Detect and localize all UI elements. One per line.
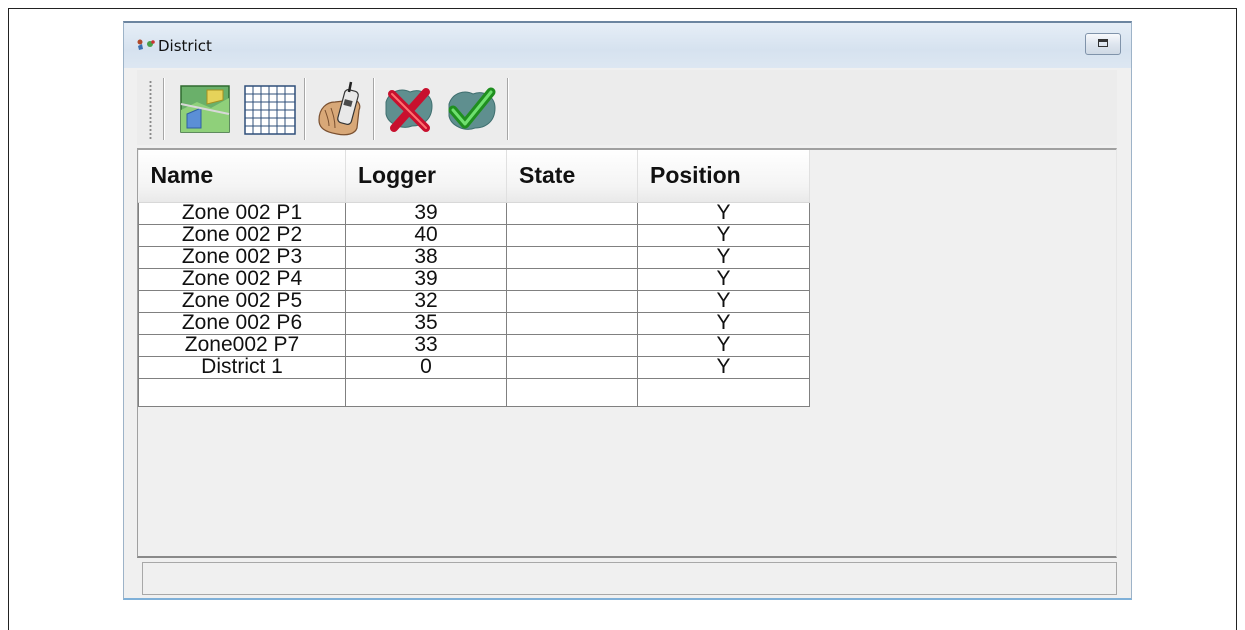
column-header-logger[interactable]: Logger (345, 150, 507, 203)
column-header-state[interactable]: State (506, 150, 638, 203)
cell-position[interactable]: Y (637, 201, 810, 225)
toolbar-separator (163, 78, 165, 140)
toolbar-separator (373, 78, 375, 140)
cell-name[interactable]: Zone 002 P1 (138, 201, 346, 225)
table-row-new[interactable] (138, 377, 810, 407)
table-row[interactable]: Zone 002 P5 32 Y (138, 289, 810, 313)
toolbar-separator (507, 78, 509, 140)
window-title: District (158, 37, 212, 55)
table-row[interactable]: District 1 0 Y (138, 355, 810, 379)
map-icon (180, 85, 230, 133)
cell-logger[interactable]: 32 (345, 289, 507, 313)
cell-logger[interactable]: 0 (345, 355, 507, 379)
cell-logger[interactable] (345, 377, 507, 407)
cell-position[interactable]: Y (637, 245, 810, 269)
cell-logger[interactable]: 39 (345, 267, 507, 291)
cell-name[interactable]: Zone 002 P6 (138, 311, 346, 335)
hand-logger-icon (318, 81, 361, 136)
cell-logger[interactable]: 39 (345, 201, 507, 225)
restore-window-button[interactable] (1085, 33, 1121, 55)
confirm-district-button[interactable] (443, 80, 499, 138)
cell-position[interactable]: Y (637, 355, 810, 379)
cell-logger[interactable]: 38 (345, 245, 507, 269)
toolbar-grip-handle[interactable] (149, 80, 152, 140)
cell-position[interactable]: Y (637, 267, 810, 291)
cell-name[interactable] (138, 377, 346, 407)
table-row[interactable]: Zone 002 P3 38 Y (138, 245, 810, 269)
cell-state[interactable] (506, 223, 638, 247)
column-header-position[interactable]: Position (637, 150, 810, 203)
table-row[interactable]: Zone002 P7 33 Y (138, 333, 810, 357)
restore-window-icon (1098, 39, 1108, 47)
map-view-button[interactable] (177, 80, 233, 138)
delete-district-button[interactable] (380, 80, 436, 138)
cell-position[interactable]: Y (637, 289, 810, 313)
status-bar (142, 562, 1117, 595)
cell-name[interactable]: Zone 002 P4 (138, 267, 346, 291)
table-row[interactable]: Zone 002 P1 39 Y (138, 201, 810, 225)
grid-view-button[interactable] (241, 80, 297, 138)
district-app-icon (137, 39, 155, 50)
cell-name[interactable]: Zone 002 P2 (138, 223, 346, 247)
cell-position[interactable]: Y (637, 223, 810, 247)
cell-logger[interactable]: 35 (345, 311, 507, 335)
cell-name[interactable]: Zone 002 P3 (138, 245, 346, 269)
cell-position[interactable]: Y (637, 333, 810, 357)
green-check-map-icon (448, 87, 496, 130)
cell-logger[interactable]: 40 (345, 223, 507, 247)
cell-state[interactable] (506, 377, 638, 407)
table-row[interactable]: Zone 002 P2 40 Y (138, 223, 810, 247)
grid-table-icon (244, 85, 296, 135)
toolbar-separator (304, 78, 306, 140)
window-titlebar[interactable]: District (124, 23, 1131, 68)
table-row[interactable]: Zone 002 P4 39 Y (138, 267, 810, 291)
cell-logger[interactable]: 33 (345, 333, 507, 357)
cell-state[interactable] (506, 355, 638, 379)
table-row[interactable]: Zone 002 P6 35 Y (138, 311, 810, 335)
red-x-map-icon (385, 88, 433, 132)
cell-state[interactable] (506, 333, 638, 357)
cell-state[interactable] (506, 311, 638, 335)
district-table: Name Logger State Position Zone 002 P1 3… (138, 150, 810, 407)
cell-name[interactable]: Zone 002 P5 (138, 289, 346, 313)
column-header-name[interactable]: Name (138, 150, 346, 203)
cell-state[interactable] (506, 201, 638, 225)
cell-position[interactable]: Y (637, 311, 810, 335)
district-grid: Name Logger State Position Zone 002 P1 3… (137, 148, 1117, 558)
logger-device-button[interactable] (313, 80, 369, 138)
cell-name[interactable]: District 1 (138, 355, 346, 379)
cell-name[interactable]: Zone002 P7 (138, 333, 346, 357)
toolbar (137, 70, 1117, 145)
table-header-row: Name Logger State Position (138, 150, 810, 203)
cell-position[interactable] (637, 377, 810, 407)
cell-state[interactable] (506, 289, 638, 313)
cell-state[interactable] (506, 245, 638, 269)
district-window: District Name Logger State Position Zone… (123, 21, 1132, 600)
cell-state[interactable] (506, 267, 638, 291)
